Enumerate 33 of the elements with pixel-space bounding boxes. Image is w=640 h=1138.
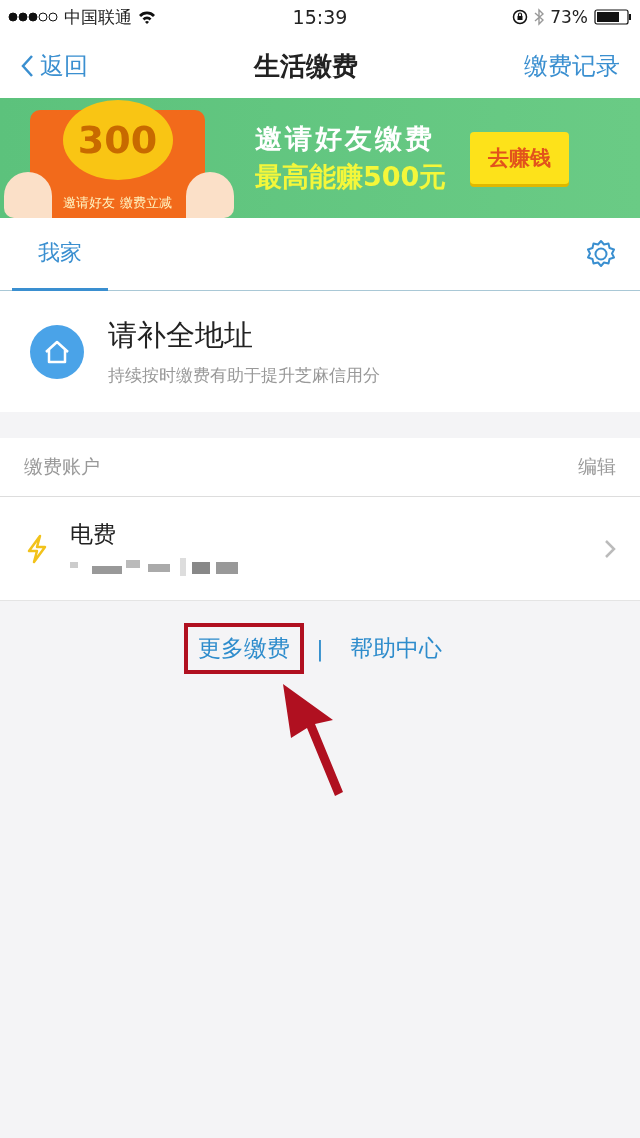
signal-icon [8,12,58,22]
page-title: 生活缴费 [254,49,358,83]
chevron-right-icon [604,538,616,559]
address-hint: 持续按时缴费有助于提升芝麻信用分 [108,364,380,387]
back-button[interactable]: 返回 [20,50,88,82]
account-row[interactable]: 电费 [0,497,640,601]
hand [4,172,52,218]
hand [186,172,234,218]
address-prompt[interactable]: 请补全地址 [108,316,380,356]
rotation-lock-icon [512,9,529,25]
promo-banner[interactable]: 300 邀请好友 缴费立减 邀请好友缴费 最高能赚500元 去赚钱 [0,98,640,218]
highlighted-link[interactable]: 更多缴费 [184,623,305,674]
account-name: 电费 [70,520,117,549]
clock-time: 15:39 [292,6,348,28]
back-chevron-icon [20,54,34,78]
coin: 300 [62,100,173,180]
payment-history-link[interactable]: 缴费记录 [524,50,620,82]
help-link[interactable]: 帮助中心 [335,623,456,674]
earn-money-button[interactable]: 去赚钱 [470,132,570,184]
edit-button[interactable]: 编辑 [578,454,616,480]
lightning-icon [26,533,48,564]
battery-percent: 73% [550,7,588,27]
envelope-caption: 邀请好友 缴费立减 [63,194,172,212]
section-header: 缴费账户 [24,454,100,479]
home-icon [30,324,84,379]
banner-subline: 最高能赚500元 [255,160,447,194]
wifi-icon [138,10,156,24]
battery-icon [594,9,632,25]
settings-icon[interactable] [586,239,616,269]
link-separator: | [316,636,324,661]
carrier-name: 中国联通 [64,5,132,29]
bluetooth-icon [534,8,545,26]
banner-headline: 邀请好友缴费 [255,122,436,156]
